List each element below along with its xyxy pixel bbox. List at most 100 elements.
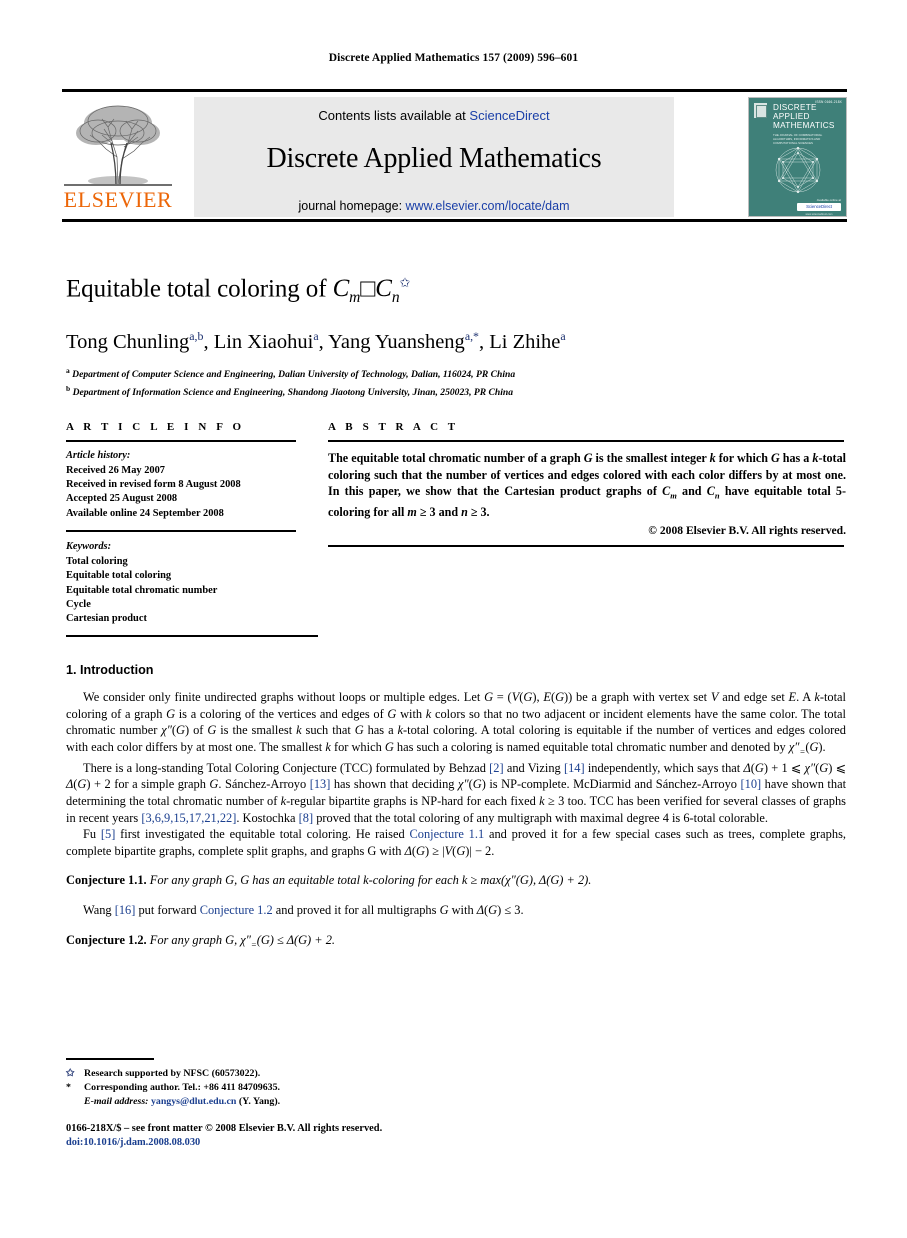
- email-address-suffix: (Y. Yang).: [238, 1096, 281, 1107]
- journal-title: Discrete Applied Mathematics: [266, 143, 602, 174]
- keywords-rule: [66, 530, 296, 533]
- footnote-email-row: E-mail address: yangys@dlut.edu.cn (Y. Y…: [84, 1095, 566, 1109]
- running-head: Discrete Applied Mathematics 157 (2009) …: [328, 52, 579, 64]
- cover-graph-illustration: [765, 144, 831, 196]
- page-title-text: Equitable total coloring of: [66, 275, 333, 303]
- article-info-heading: A R T I C L E I N F O: [66, 421, 245, 433]
- imprint-doi[interactable]: doi:10.1016/j.dam.2008.08.030: [66, 1136, 666, 1150]
- paragraph-1: We consider only finite undirected graph…: [66, 690, 847, 757]
- section-heading-introduction: 1. Introduction: [66, 663, 154, 677]
- abstract-column: A B S T R A C T The equitable total chro…: [328, 421, 846, 637]
- citation-link[interactable]: [13]: [310, 777, 331, 791]
- footnote-funding-text: Research supported by NFSC (60573022).: [84, 1067, 261, 1079]
- conjecture-1-1-text: For any graph G, G has an equitable tota…: [149, 873, 592, 888]
- keyword-item: Cycle: [66, 599, 91, 611]
- journal-masthead: ELSEVIER Contents lists available at Sci…: [62, 89, 847, 223]
- cover-elsevier-mark: [754, 103, 767, 118]
- page-title-math-cn: Cn: [375, 275, 400, 307]
- paragraph-2: There is a long‑standing Total Coloring …: [66, 760, 847, 825]
- citation-link[interactable]: [14]: [564, 761, 585, 775]
- affiliations: a Department of Computer Science and Eng…: [66, 364, 846, 400]
- article-history: Article history: Received 26 May 2007 Re…: [66, 449, 318, 521]
- homepage-label: journal homepage:: [298, 199, 406, 213]
- cover-title-line-2: APPLIED: [773, 112, 810, 122]
- elsevier-tree-logo: [62, 97, 174, 189]
- paper-page: Discrete Applied Mathematics 157 (2009) …: [0, 0, 907, 1238]
- citation-link[interactable]: [2]: [489, 761, 503, 775]
- title-block: Equitable total coloring of Cm□Cn✩ Tong …: [66, 268, 846, 400]
- journal-cover-thumbnail: ISSN 0166-218X DISCRETE APPLIED MATHEMAT…: [748, 97, 847, 217]
- footnote-rule: [66, 1058, 154, 1060]
- page-title-box-operator: □: [360, 275, 376, 303]
- conjecture-1-2: Conjecture 1.2. For any graph G, χ″=(G) …: [66, 932, 846, 953]
- conjecture-1-1-label: Conjecture 1.1.: [66, 873, 147, 888]
- email-address-link[interactable]: yangys@dlut.edu.cn: [151, 1096, 236, 1107]
- email-address-label: E-mail address:: [84, 1096, 149, 1107]
- abstract-copyright: © 2008 Elsevier B.V. All rights reserved…: [648, 524, 846, 538]
- masthead-banner: Contents lists available at ScienceDirec…: [194, 97, 674, 217]
- citation-link[interactable]: [5]: [101, 827, 115, 841]
- keyword-item: Equitable total coloring: [66, 570, 172, 582]
- imprint-block: 0166-218X/$ – see front matter © 2008 El…: [66, 1122, 666, 1150]
- citation-link[interactable]: [8]: [299, 811, 313, 825]
- abstract-rule: [328, 440, 844, 443]
- author-affil-marker: a,b: [189, 329, 204, 344]
- contents-available-line: Contents lists available at ScienceDirec…: [194, 108, 674, 123]
- cover-title-line-1: DISCRETE: [773, 103, 817, 112]
- history-item: Received 26 May 2007: [66, 464, 165, 476]
- imprint-frontmatter: 0166-218X/$ – see front matter © 2008 El…: [66, 1123, 383, 1134]
- cover-sciencedirect-url: www.sciencedirect.com: [805, 213, 833, 216]
- history-item: Accepted 25 August 2008: [66, 493, 178, 505]
- elsevier-logo-rule: [64, 184, 172, 186]
- abstract-text: The equitable total chromatic number of …: [328, 451, 847, 519]
- cover-title-line-3: MATHEMATICS: [773, 121, 835, 131]
- footnote-asterisk-marker: *: [66, 1081, 71, 1093]
- article-info-close-rule: [66, 634, 318, 638]
- conjecture-1-2-text: For any graph G, χ″=(G) ≤ Δ(G) + 2.: [149, 932, 336, 950]
- author-affil-marker: a: [313, 329, 319, 344]
- citation-link[interactable]: [16]: [115, 903, 136, 917]
- article-history-label: Article history:: [66, 450, 131, 462]
- masthead-bottom-rule: [62, 219, 847, 222]
- article-info-rule: [66, 440, 296, 443]
- footnote-block: ✩ Research supported by NFSC (60573022).…: [66, 1058, 566, 1109]
- sciencedirect-link[interactable]: ScienceDirect: [469, 108, 549, 123]
- footnote-funding: ✩ Research supported by NFSC (60573022).: [66, 1067, 566, 1081]
- paragraph-3: Fu [5] first investigated the equitable …: [66, 827, 846, 858]
- keyword-item: Cartesian product: [66, 613, 147, 625]
- cover-availability-label: Available online at: [816, 198, 841, 202]
- author-list: Tong Chunlinga,b, Lin Xiaohuia, Yang Yua…: [66, 329, 566, 354]
- affiliation-a: a Department of Computer Science and Eng…: [66, 366, 516, 381]
- citation-link[interactable]: [10]: [741, 777, 762, 791]
- journal-homepage-line: journal homepage: www.elsevier.com/locat…: [194, 199, 674, 213]
- author-affil-marker: a,*: [464, 329, 479, 344]
- elsevier-wordmark: ELSEVIER: [63, 187, 173, 212]
- keywords-label: Keywords:: [66, 541, 112, 553]
- keyword-item: Total coloring: [66, 555, 128, 567]
- title-footnote-marker[interactable]: ✩: [400, 275, 411, 290]
- body-content: 1. Introduction We consider only finite …: [66, 663, 846, 953]
- footnote-corresponding-text: Corresponding author. Tel.: +86 411 8470…: [84, 1081, 281, 1093]
- page-title-math-cm: Cm: [332, 275, 361, 307]
- affiliation-b: b Department of Information Science and …: [66, 383, 514, 399]
- conjecture-1-1: Conjecture 1.1. For any graph G, G has a…: [66, 872, 846, 889]
- history-item: Received in revised form 8 August 2008: [66, 479, 241, 490]
- cover-sciencedirect-badge: ScienceDirect: [797, 203, 841, 211]
- keyword-item: Equitable total chromatic number: [66, 584, 218, 596]
- paragraph-4: Wang [16] put forward Conjecture 1.2 and…: [83, 903, 524, 917]
- keywords-list: Keywords: Total coloring Equitable total…: [66, 540, 318, 626]
- conjecture-1-2-label: Conjecture 1.2.: [66, 932, 147, 947]
- article-info-column: A R T I C L E I N F O Article history: R…: [66, 421, 328, 638]
- footnote-star-marker: ✩: [66, 1067, 75, 1079]
- abstract-heading: A B S T R A C T: [328, 421, 459, 433]
- masthead-top-rule: [62, 89, 847, 92]
- history-item: Available online 24 September 2008: [66, 507, 224, 519]
- conjecture-ref-1-2[interactable]: Conjecture 1.2: [200, 903, 273, 917]
- homepage-link[interactable]: www.elsevier.com/locate/dam: [406, 199, 570, 213]
- citation-link[interactable]: [3,6,9,15,17,21,22]: [141, 811, 236, 825]
- conjecture-ref-1-1[interactable]: Conjecture 1.1: [409, 827, 484, 841]
- abstract-close-rule: [328, 545, 844, 548]
- author-affil-marker: a: [560, 329, 566, 344]
- cover-title: DISCRETE APPLIED MATHEMATICS: [773, 103, 835, 131]
- info-abstract-band: A R T I C L E I N F O Article history: R…: [66, 421, 846, 638]
